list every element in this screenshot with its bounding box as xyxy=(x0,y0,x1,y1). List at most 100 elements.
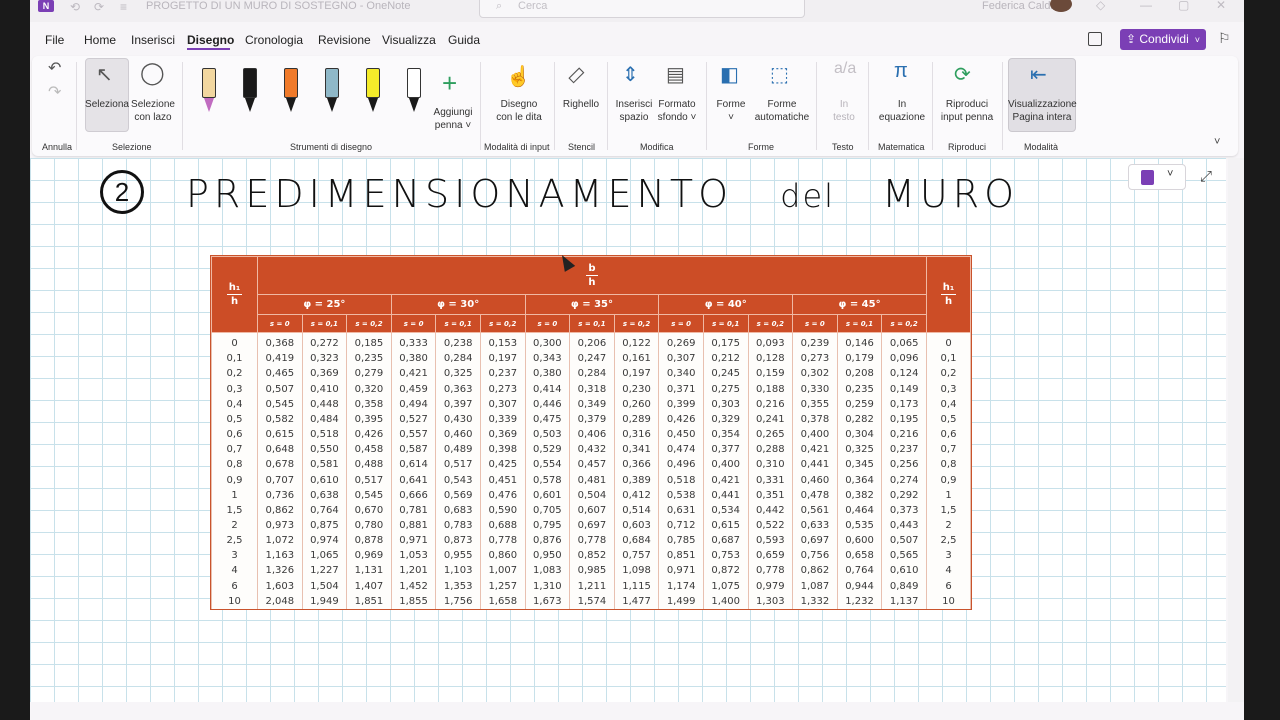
undo-icon[interactable]: ↶ xyxy=(48,58,61,78)
menu-history[interactable]: Cronologia xyxy=(245,33,303,47)
pen-5[interactable] xyxy=(366,68,380,114)
share-button[interactable]: ⇪ Condividi ˅ xyxy=(1120,29,1206,50)
table-cell: 0,269 xyxy=(658,332,704,352)
menu-help[interactable]: Guida xyxy=(448,33,480,47)
autoshapes-icon[interactable]: ⬚ xyxy=(770,62,789,87)
table-cell: 0,460 xyxy=(435,426,481,443)
chevron-down-icon: ˅ xyxy=(1167,168,1174,180)
table-cell: 1,211 xyxy=(569,578,615,594)
lasso-icon[interactable]: ◯ xyxy=(140,60,165,86)
table-cell: 0,554 xyxy=(524,457,571,473)
table-cell: 0,351 xyxy=(747,487,794,503)
share-label: Condividi xyxy=(1139,32,1189,46)
menu-draw[interactable]: Disegno xyxy=(187,33,234,47)
bh-denominator: h xyxy=(588,277,596,288)
menu-file[interactable]: File xyxy=(45,33,64,47)
table-cell: 0,245 xyxy=(702,366,749,382)
table-row: 0,7 0,648 0,550 0,458 0,587 0,489 0,398 0,529 0,… xyxy=(211,442,971,458)
ruler-icon[interactable]: ▭ xyxy=(560,59,591,90)
table-cell: 0,443 xyxy=(881,517,927,534)
add-pen-icon[interactable]: + xyxy=(442,68,457,99)
background-label-2[interactable]: sfondo ˅ xyxy=(654,111,700,124)
menu-home[interactable]: Home xyxy=(84,33,116,47)
table-cell: 1,407 xyxy=(346,578,392,594)
s-header: s = 0 xyxy=(257,314,303,333)
table-cell: 0,785 xyxy=(658,533,704,549)
replay-icon[interactable]: ⟳ xyxy=(954,62,971,87)
table-row: 1 0,736 0,638 0,545 0,666 0,569 0,476 0,601 0,50… xyxy=(211,487,971,503)
page-canvas[interactable]: 2 PREDIMENSIONAMENTO del MURO ˅ ⤢ h₁ h bh xyxy=(30,158,1226,702)
table-cell: 0,188 xyxy=(747,381,794,397)
table-cell: 1,007 xyxy=(479,563,526,579)
redo-icon[interactable]: ↷ xyxy=(48,82,61,102)
finger-draw-icon[interactable]: ☝ xyxy=(506,64,531,89)
search-input[interactable]: ⌕ Cerca xyxy=(479,0,805,18)
table-row: 0,1 0,419 0,323 0,235 0,380 0,284 0,197 0,343 0,… xyxy=(211,351,971,367)
user-name: Federica Caldi xyxy=(982,0,1053,12)
table-cell: 1,075 xyxy=(702,578,749,594)
avatar[interactable] xyxy=(1050,0,1072,12)
table-cell: 0,460 xyxy=(792,472,838,488)
row-h1h-left: 1 xyxy=(211,487,258,503)
redo-icon[interactable]: ⟳ xyxy=(94,0,104,14)
pen-4[interactable] xyxy=(325,68,339,114)
table-cell: 0,159 xyxy=(747,366,794,382)
table-cell: 0,282 xyxy=(836,411,883,427)
maximize-icon[interactable]: ▢ xyxy=(1178,0,1189,12)
pen-body xyxy=(325,68,339,98)
minimize-icon[interactable]: — xyxy=(1140,0,1152,12)
back-icon[interactable]: ⟲ xyxy=(70,0,80,14)
notebook-picker-button[interactable]: ˅ xyxy=(1128,164,1186,190)
table-cell: 0,607 xyxy=(569,502,615,518)
table-cell: 0,339 xyxy=(479,411,526,427)
shapes-icon[interactable]: ◧ xyxy=(720,62,739,87)
table-row: 2 0,973 0,875 0,780 0,881 0,783 0,688 0,795 0,69… xyxy=(211,517,971,534)
table-cell: 0,603 xyxy=(613,517,660,534)
pen-1[interactable] xyxy=(202,68,216,114)
vertical-scrollbar[interactable] xyxy=(1228,158,1244,702)
ink-to-text-icon[interactable]: a/a xyxy=(834,60,856,78)
page-background-icon[interactable]: ▤ xyxy=(666,62,685,87)
table-cell: 0,284 xyxy=(569,366,615,382)
table-cell: 0,648 xyxy=(257,442,303,458)
table-cell: 0,340 xyxy=(658,366,704,382)
menu-view[interactable]: Visualizza xyxy=(382,33,436,47)
customize-icon[interactable]: ≡ xyxy=(120,0,127,14)
table-cell: 0,459 xyxy=(390,381,437,397)
table-cell: 0,683 xyxy=(435,502,481,518)
pen-3[interactable] xyxy=(284,68,298,114)
table-cell: 0,878 xyxy=(346,533,392,549)
table-cell: 0,320 xyxy=(346,381,392,397)
insert-space-icon[interactable]: ⇕ xyxy=(622,62,639,87)
table-row: 0,3 0,507 0,410 0,320 0,459 0,363 0,273 0,414 0,… xyxy=(211,381,971,397)
table-cell: 1,756 xyxy=(435,593,481,609)
row-h1h-left: 3 xyxy=(211,548,258,564)
diamond-icon[interactable]: ◇ xyxy=(1096,0,1105,12)
table-cell: 0,851 xyxy=(658,548,704,564)
add-pen-label-2[interactable]: penna ˅ xyxy=(430,119,476,132)
table-cell: 0,373 xyxy=(881,502,927,518)
menu-review[interactable]: Revisione xyxy=(318,33,371,47)
table-cell: 0,195 xyxy=(881,411,927,427)
expand-icon[interactable]: ⤢ xyxy=(1200,168,1212,185)
table-cell: 0,590 xyxy=(479,502,526,518)
table-cell: 0,175 xyxy=(702,332,749,352)
table-cell: 0,476 xyxy=(479,487,526,503)
menu-insert[interactable]: Inserisci xyxy=(131,33,175,47)
pen-6[interactable] xyxy=(407,68,421,114)
pen-2[interactable] xyxy=(243,68,257,114)
ink-to-math-label-1: In xyxy=(897,99,907,110)
table-cell: 0,380 xyxy=(524,366,571,382)
s-header: s = 0,2 xyxy=(613,314,660,333)
table-row: 0,6 0,615 0,518 0,426 0,557 0,460 0,369 0,503 0,… xyxy=(211,426,971,443)
notebook-view-icon[interactable] xyxy=(1088,32,1102,46)
table-cell: 0,688 xyxy=(479,517,526,534)
ribbon-collapse-chevron-icon[interactable]: ˅ xyxy=(1214,136,1220,148)
ink-to-math-icon[interactable]: π xyxy=(894,60,908,83)
close-icon[interactable]: ✕ xyxy=(1216,0,1226,12)
comments-icon[interactable]: ⚐ xyxy=(1218,30,1231,47)
shapes-chevron-icon[interactable]: ˅ xyxy=(708,111,754,124)
insert-space-label-1: Inserisci xyxy=(615,99,653,110)
chevron-down-icon: ˅ xyxy=(1194,35,1201,45)
row-h1h-right: 1,5 xyxy=(926,502,971,518)
